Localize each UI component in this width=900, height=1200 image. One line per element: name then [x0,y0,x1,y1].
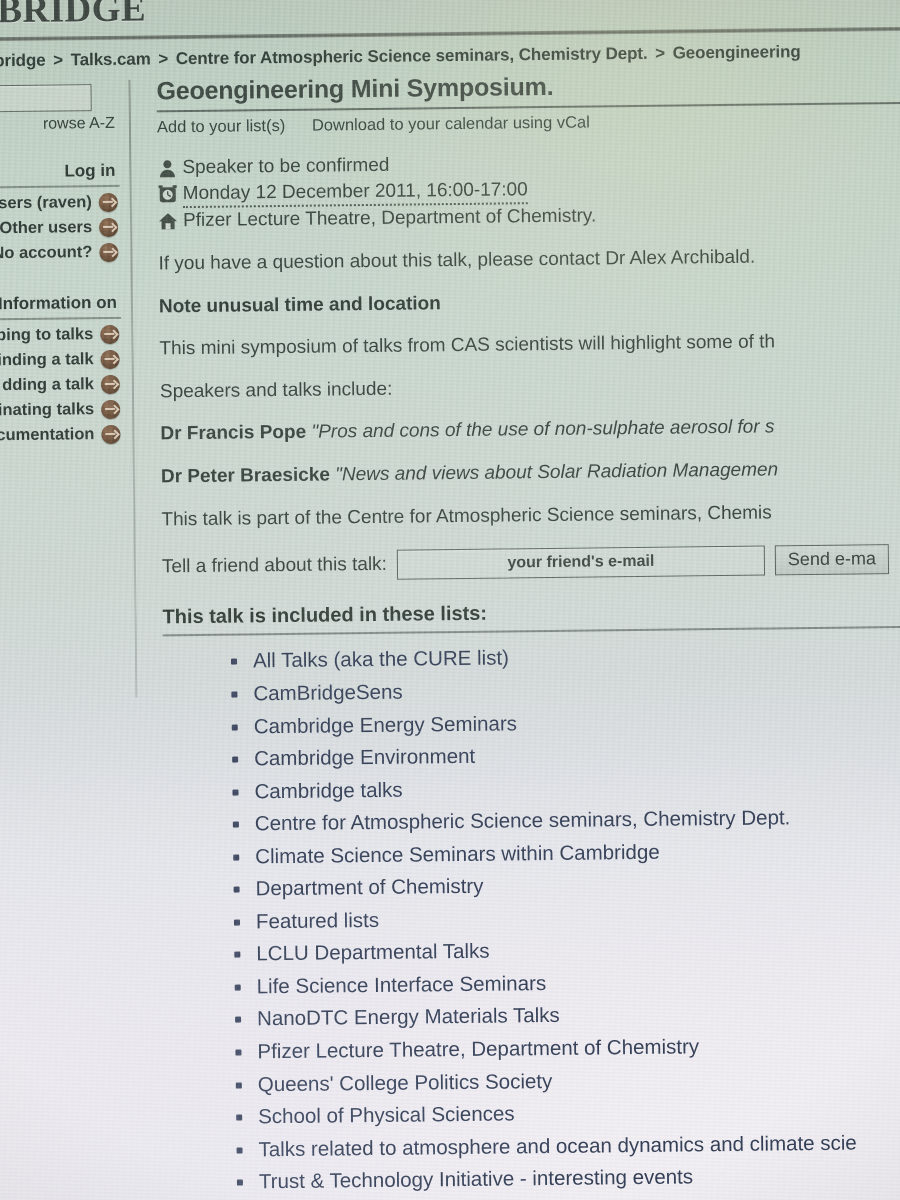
breadcrumb-separator: > [158,49,169,69]
sidebar-item-label: dding a talk [2,375,94,395]
tell-a-friend-label: Tell a friend about this talk: [161,554,388,578]
arrow-right-icon [98,192,118,213]
datetime-text[interactable]: Monday 12 December 2011, 16:00-17:00 [182,176,528,209]
contact-paragraph: If you have a question about this talk, … [158,246,756,275]
sidebar-heading-login: Log in [64,160,116,181]
friend-email-input[interactable]: your friend's e-mail [396,545,766,581]
arrow-right-icon [100,374,120,395]
add-to-list-link[interactable]: Add to your list(s) [157,117,286,136]
series-paragraph: This talk is part of the Centre for Atmo… [161,502,772,531]
speaker-name: Dr Francis Pope [160,422,307,445]
speaker-talk-title: "News and views about Solar Radiation Ma… [335,459,779,486]
sidebar-heading-information: Information on [0,292,118,314]
list-item[interactable]: Climate Science Seminars within Cambridg… [229,835,900,870]
note-paragraph: Note unusual time and location [158,292,441,317]
download-vcal-link[interactable]: Download to your calendar using vCal [312,113,590,134]
house-icon [159,213,178,230]
breadcrumb-item-university[interactable]: of Cambridge [0,51,46,71]
cambridge-logo: AMBRIDGE [0,0,147,32]
list-item[interactable]: Cambridge talks [228,770,900,805]
photographed-screen: AMBRIDGE of Cambridge > Talks.cam > Cent… [0,0,900,1200]
sidebar-item-label: Other users [0,218,93,238]
sidebar-content-divider [128,79,138,698]
list-item[interactable]: Pfizer Lecture Theatre, Department of Ch… [231,1030,900,1065]
sidebar-item-no-account[interactable]: No account? [0,240,121,267]
breadcrumb-separator: > [655,43,666,63]
sidebar-item-label: inating talks [0,400,95,420]
list-item[interactable]: School of Physical Sciences [232,1095,900,1130]
breadcrumb: of Cambridge > Talks.cam > Centre for At… [0,40,900,71]
list-item[interactable]: Life Science Interface Seminars [231,965,900,1000]
lists-heading: This talk is included in these lists: [162,603,488,629]
sidebar-heading-rule [0,316,122,321]
list-item[interactable]: Queens' College Politics Society [232,1063,900,1098]
arrow-right-icon [99,242,119,263]
sidebar-item-disseminating-talks[interactable]: inating talks [0,397,122,424]
sidebar-item-subscribing-to-talks[interactable]: ibing to talks [0,322,121,349]
list-item[interactable]: All Talks (aka the CURE list) [227,640,900,675]
sidebar-item-label: cumentation [0,425,95,445]
sidebar-heading-rule [0,184,120,189]
list-item[interactable]: Centre for Atmospheric Science seminars,… [229,803,900,838]
list-item[interactable]: Department of Chemistry [229,868,900,903]
arrow-right-icon [100,324,120,345]
breadcrumb-item-series[interactable]: Centre for Atmospheric Science seminars,… [176,44,648,68]
list-item[interactable]: Talks related to atmosphere and ocean dy… [232,1128,900,1163]
speakers-intro: Speakers and talks include: [159,378,393,403]
sidebar-item-browse-az[interactable]: rowse A-Z [0,111,119,135]
list-item[interactable]: LCLU Departmental Talks [230,933,900,968]
clock-icon [158,184,177,202]
venue-text: Pfizer Lecture Theatre, Department of Ch… [182,205,597,232]
sidebar-item-label: inding a talk [0,350,94,370]
list-item[interactable]: Featured lists [230,900,900,935]
arrow-right-icon [101,424,121,445]
sidebar-item-label: No account? [0,243,93,263]
send-email-button[interactable]: Send e-ma [774,544,890,576]
speaker-talk-title: "Pros and cons of the use of non-sulphat… [311,416,775,444]
sidebar-item-documentation[interactable]: cumentation [0,422,123,449]
speaker-entry: Dr Peter Braesicke "News and views about… [161,456,900,491]
sidebar-item-finding-a-talk[interactable]: inding a talk [0,347,122,374]
arrow-right-icon [100,349,120,370]
talk-meta: Speaker to be confirmed Monday 12 Decemb… [157,146,900,234]
arrow-right-icon [98,217,119,238]
talk-actions: Add to your list(s) Download to your cal… [157,109,900,137]
speaker-text: Speaker to be confirmed [182,154,390,179]
sidebar-item-adding-a-talk[interactable]: dding a talk [0,372,122,399]
list-item[interactable]: Trust & Technology Initiative - interest… [233,1161,900,1196]
talks-cam-page: AMBRIDGE of Cambridge > Talks.cam > Cent… [0,0,900,1200]
list-item[interactable]: Cambridge Environment [228,737,900,772]
person-icon [160,160,176,178]
speaker-entry: Dr Francis Pope "Pros and cons of the us… [160,413,900,448]
list-item[interactable]: NanoDTC Energy Materials Talks [231,998,900,1033]
breadcrumb-item-talkscam[interactable]: Talks.cam [71,49,151,69]
sidebar-item-label: users (raven) [0,193,92,213]
speaker-name: Dr Peter Braesicke [160,464,331,488]
search-input[interactable]: Search [0,84,92,113]
breadcrumb-item-current: Geoengineering [672,42,801,63]
site-masthead: AMBRIDGE [0,0,900,42]
main-content: Geoengineering Mini Symposium. Add to yo… [156,68,900,1200]
abstract-paragraph: This mini symposium of talks from CAS sc… [159,331,776,360]
sidebar-item-other-users[interactable]: Other users [0,215,120,242]
included-lists: All Talks (aka the CURE list) CamBridgeS… [227,640,900,1200]
breadcrumb-separator: > [53,50,64,70]
sidebar-item-label: ibing to talks [0,325,94,345]
list-item[interactable]: Cambridge Energy Seminars [228,705,900,740]
sidebar-item-raven-users[interactable]: users (raven) [0,190,120,217]
tell-a-friend-row: Tell a friend about this talk: your frie… [162,544,900,583]
monitor-screen: AMBRIDGE of Cambridge > Talks.cam > Cent… [0,0,900,1200]
sidebar: Search rowse A-Z Log in users (raven) Ot… [0,84,123,449]
arrow-right-icon [101,399,121,420]
list-item[interactable]: CamBridgeSens [227,672,900,707]
page-title: Geoengineering Mini Symposium. [156,72,554,106]
